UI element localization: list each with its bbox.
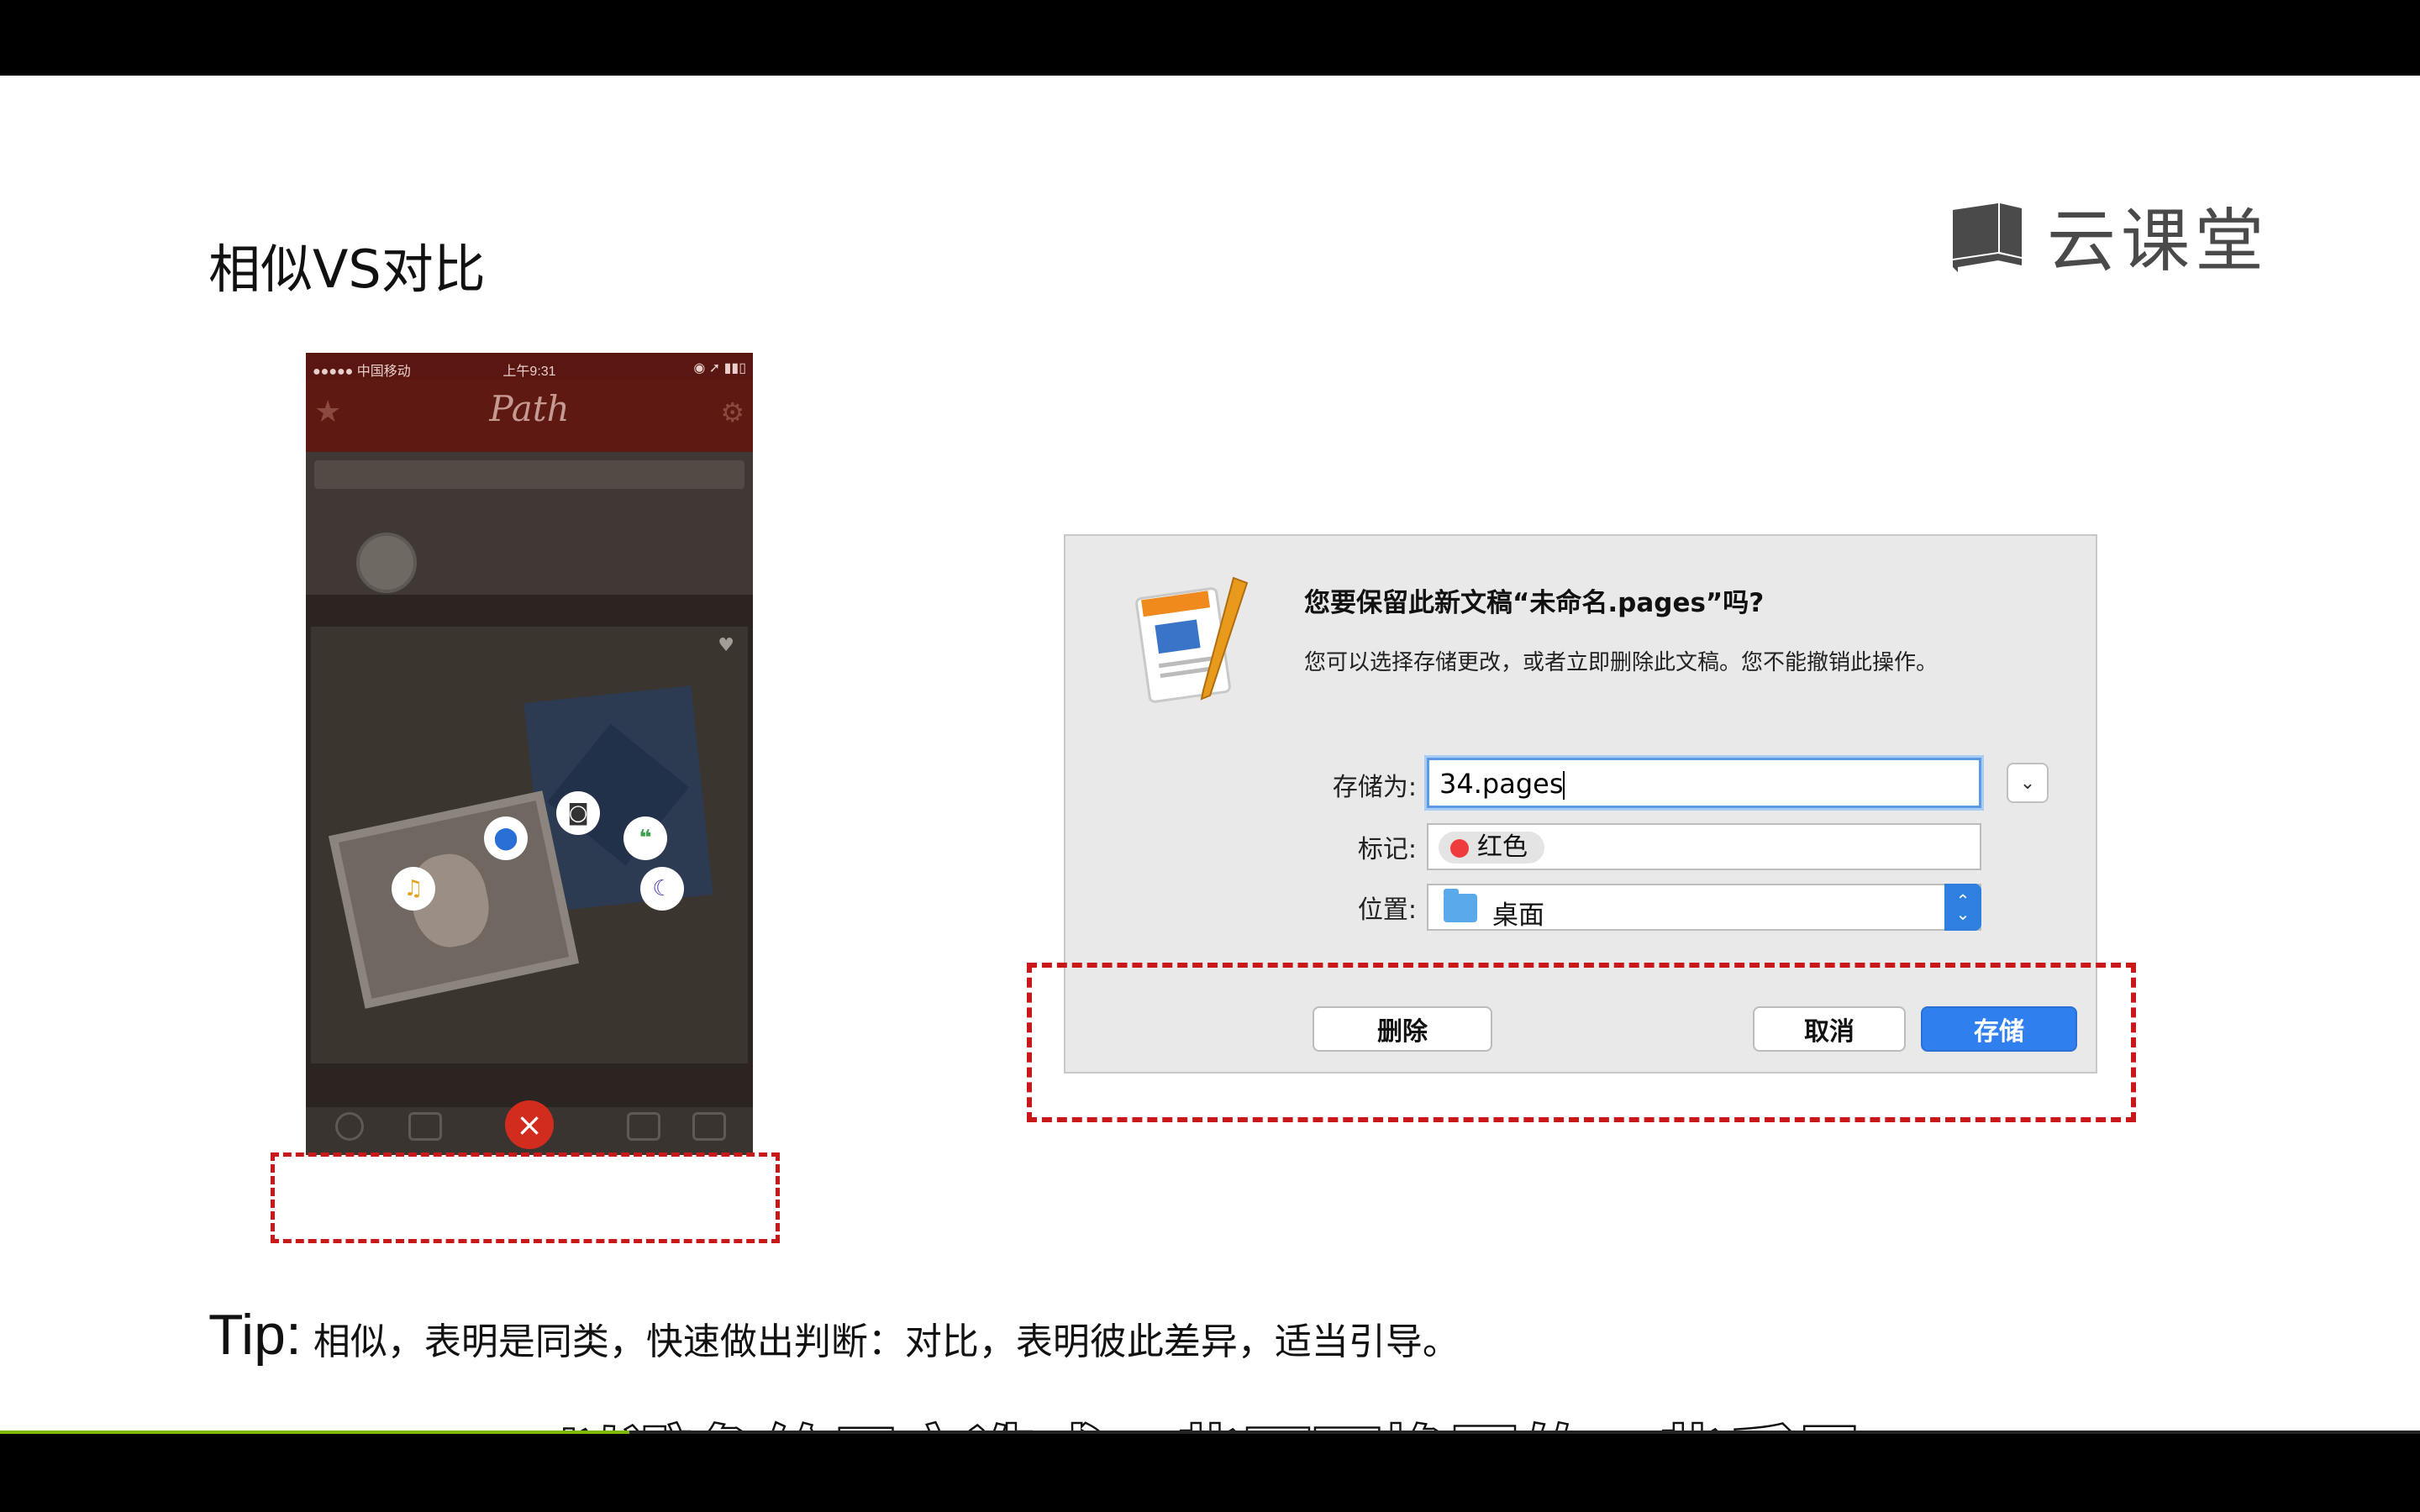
- chevron-down-icon[interactable]: ⌄: [2007, 763, 2049, 803]
- app-navbar: ★ Path ⚙: [306, 380, 753, 452]
- message-icon: [692, 1112, 726, 1141]
- brand-logo: 云课堂: [1948, 185, 2269, 285]
- dialog-buttons-highlight: [1027, 963, 2136, 1122]
- tab-friends[interactable]: [618, 1112, 669, 1151]
- moon-icon[interactable]: ☾: [640, 867, 684, 911]
- camera-icon[interactable]: ◙: [556, 791, 600, 835]
- tags-field[interactable]: 红色: [1427, 823, 1981, 870]
- tab-activity[interactable]: [400, 1112, 450, 1151]
- tip-label: Tip:: [208, 1303, 302, 1367]
- pages-app-icon: [1133, 570, 1259, 712]
- letterbox-top: [0, 0, 2420, 76]
- tip-line: Tip: 相似，表明是同类，快速做出判断：对比，表明彼此差异，适当引导。: [208, 1302, 1460, 1368]
- tag-label: 红色: [1477, 832, 1528, 862]
- red-dot-icon: [1450, 839, 1469, 858]
- location-label: 位置:: [1357, 895, 1417, 925]
- tag-red[interactable]: 红色: [1439, 832, 1544, 864]
- photo-frame: [329, 790, 579, 1009]
- slide: 相似VS对比 云课堂 ●●●●● 中国移动 上午9:31 ◉ ➚ ▮▮▯ ★ P…: [0, 76, 2420, 1431]
- phone-tabbar-highlight: [271, 1152, 780, 1243]
- feed-photo: ♥: [311, 627, 748, 1063]
- video-subtitle: 以避免给用户造成一些不可挽回的一些后果: [0, 1404, 2420, 1431]
- brand-name: 云课堂: [2047, 202, 2270, 281]
- app-title: Path: [489, 388, 570, 429]
- location-value: 桌面: [1492, 900, 1544, 931]
- music-icon[interactable]: ♫: [392, 867, 435, 911]
- phone-screenshot: ●●●●● 中国移动 上午9:31 ◉ ➚ ▮▮▯ ★ Path ⚙ ♥ ⬤ ◙…: [306, 353, 753, 1155]
- tip-text: 相似，表明是同类，快速做出判断：对比，表明彼此差异，适当引导。: [313, 1320, 1460, 1363]
- save-as-label: 存储为:: [1332, 773, 1417, 802]
- tags-label: 标记:: [1357, 835, 1417, 864]
- tab-messages[interactable]: [684, 1112, 734, 1151]
- search-bar[interactable]: [314, 460, 744, 489]
- close-button[interactable]: ×: [505, 1100, 554, 1149]
- dialog-title: 您要保留此新文稿“未命名.pages”吗?: [1304, 588, 1765, 618]
- people-icon: [627, 1112, 660, 1141]
- avatar[interactable]: [356, 533, 417, 593]
- heart-icon[interactable]: ♥: [718, 635, 734, 656]
- battery-icon: ◉ ➚ ▮▮▯: [693, 361, 746, 375]
- profile-header: [306, 452, 753, 595]
- status-bar: ●●●●● 中国移动 上午9:31 ◉ ➚ ▮▮▯: [306, 353, 753, 380]
- text-caret: [1563, 771, 1565, 800]
- filename-field[interactable]: 34.pages: [1427, 758, 1981, 808]
- book-icon: [1948, 198, 2027, 272]
- letterbox-bottom: [0, 1434, 2420, 1512]
- dialog-message: 您可以选择存储更改，或者立即删除此文稿。您不能撤销此操作。: [1304, 650, 1939, 675]
- bell-icon: [408, 1112, 442, 1141]
- tab-home[interactable]: [324, 1112, 375, 1151]
- status-time: 上午9:31: [502, 365, 556, 379]
- clock-icon: [335, 1112, 364, 1141]
- filename-value: 34.pages: [1439, 768, 1564, 800]
- folder-icon: [1444, 889, 1477, 922]
- slide-title: 相似VS对比: [208, 239, 486, 300]
- quote-icon[interactable]: ❝: [623, 816, 667, 860]
- gear-icon[interactable]: ⚙: [720, 396, 744, 428]
- location-select[interactable]: 桌面 ⌃ ⌄: [1427, 884, 1981, 931]
- updown-chevron-icon[interactable]: ⌃ ⌄: [1944, 884, 1981, 931]
- location-icon[interactable]: ⬤: [484, 816, 528, 860]
